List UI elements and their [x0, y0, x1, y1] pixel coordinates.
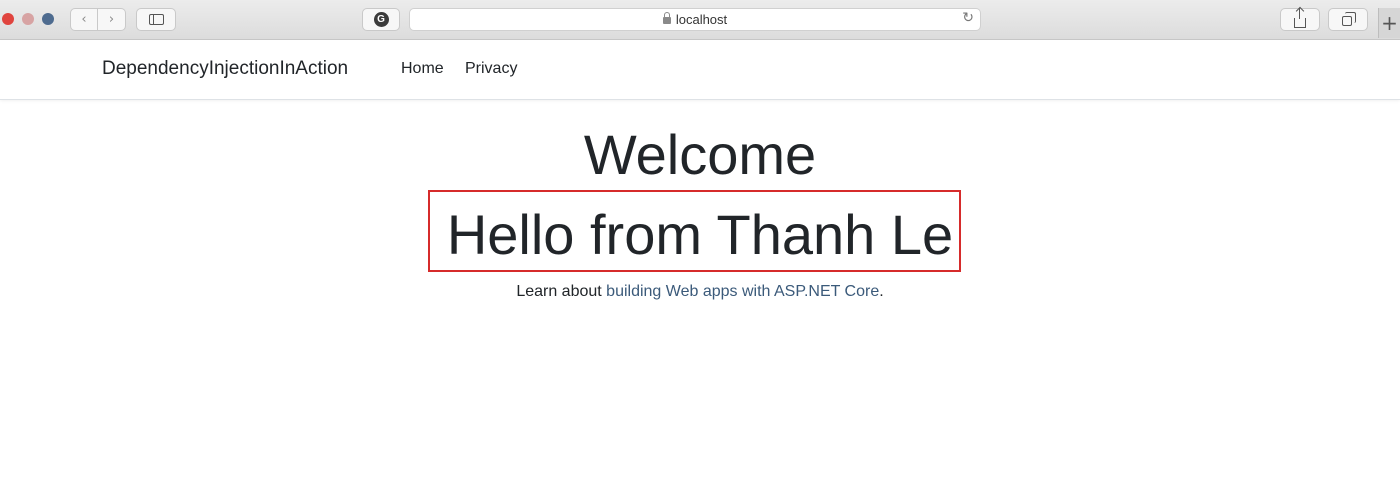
forward-button[interactable]: ›: [98, 8, 126, 31]
learn-about-text: Learn about building Web apps with ASP.N…: [0, 281, 1400, 303]
back-button[interactable]: ‹: [70, 8, 98, 31]
plus-icon: +: [1381, 11, 1398, 35]
chevron-right-icon: ›: [108, 12, 115, 27]
nav-link-privacy[interactable]: Privacy: [465, 60, 517, 78]
chevron-left-icon: ‹: [81, 12, 87, 27]
learn-suffix: .: [879, 283, 884, 300]
new-tab-button[interactable]: +: [1378, 8, 1400, 38]
aspnet-docs-link[interactable]: building Web apps with ASP.NET Core: [606, 283, 879, 300]
page-title: Welcome: [583, 123, 817, 186]
reload-icon[interactable]: ↻: [962, 10, 974, 26]
greeting-message: Hello from Thanh Le: [446, 203, 954, 266]
sidebar-icon: [148, 14, 164, 25]
nav-link-home[interactable]: Home: [401, 60, 444, 78]
tabs-overview-icon: [1341, 12, 1356, 26]
learn-prefix: Learn about: [516, 283, 607, 300]
tab-overview-button[interactable]: [1328, 8, 1368, 31]
site-navbar: DependencyInjectionInAction Home Privacy: [0, 40, 1400, 100]
g-extension-icon: G: [373, 12, 389, 27]
browser-toolbar: ‹ › G localhost ↻ +: [0, 0, 1400, 40]
share-button[interactable]: [1280, 7, 1320, 31]
address-bar[interactable]: localhost ↻: [409, 8, 981, 31]
window-maximize-button[interactable]: [42, 13, 54, 25]
address-text: localhost: [675, 12, 728, 27]
window-minimize-button[interactable]: [22, 13, 34, 25]
sidebar-toggle-button[interactable]: [136, 8, 176, 31]
extension-button[interactable]: G: [362, 8, 400, 31]
window-close-button[interactable]: [2, 13, 14, 25]
lock-icon: [662, 12, 671, 24]
share-icon: [1294, 7, 1306, 28]
main-content: Welcome Hello from Thanh Le Learn about …: [0, 101, 1400, 482]
navbar-brand[interactable]: DependencyInjectionInAction: [102, 58, 348, 80]
